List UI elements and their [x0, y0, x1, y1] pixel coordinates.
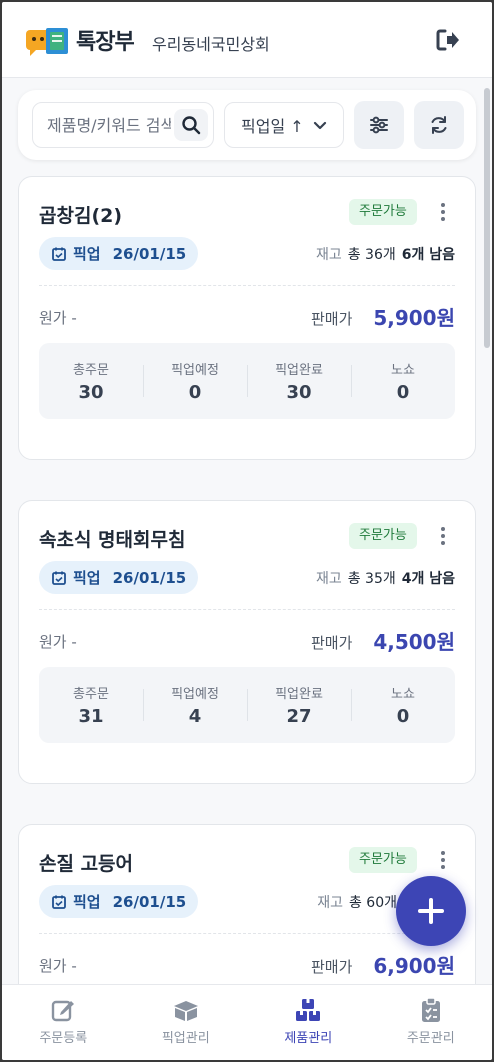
cost-label: 원가 [39, 633, 67, 651]
stock-remaining: 4개 남음 [401, 571, 455, 587]
app-frame: 톡장부 우리동네국민상회 픽업일 ↑ [2, 2, 492, 1060]
sort-label: 픽업일 ↑ [241, 117, 304, 136]
order-stats: 총주문 31 픽업예정 4 픽업완료 27 노쇼 0 [39, 667, 455, 743]
clipboard-icon [421, 997, 440, 1022]
cost-info: 원가 - [39, 307, 77, 328]
chevron-down-icon [313, 121, 327, 130]
logo-icon [24, 24, 72, 60]
status-badge: 주문가능 [349, 847, 417, 873]
nav-label: 제품관리 [284, 1031, 333, 1046]
pickup-label: 픽업 [73, 569, 101, 587]
boxes-icon [296, 999, 321, 1021]
product-card[interactable]: 속초식 명태회무침 주문가능 픽업 26/01/15 재고 총 35개 4개 남음 … [18, 500, 476, 784]
nav-item-order-manage[interactable]: 주문관리 [370, 985, 493, 1060]
divider [39, 933, 455, 934]
status-badge: 주문가능 [349, 199, 417, 225]
stat-pickup-done: 픽업완료 27 [247, 667, 351, 743]
cost-info: 원가 - [39, 955, 77, 976]
more-options-icon[interactable] [435, 199, 451, 225]
app-header: 톡장부 우리동네국민상회 [2, 2, 492, 78]
stat-pickup-scheduled: 픽업예정 0 [143, 343, 247, 419]
bottom-nav: 주문등록 픽업관리 제품관리 주문관리 [2, 984, 492, 1060]
stock-label: 재고 [315, 571, 342, 587]
box-icon [173, 1001, 198, 1021]
search-button[interactable] [174, 109, 208, 141]
sliders-icon [370, 116, 388, 134]
edit-icon [52, 1000, 75, 1022]
stat-no-show: 노쇼 0 [351, 343, 455, 419]
price-value: 6,900원 [373, 954, 455, 978]
stat-no-show: 노쇼 0 [351, 667, 455, 743]
pickup-badge: 픽업 26/01/15 [39, 561, 199, 594]
status-badge: 주문가능 [349, 523, 417, 549]
stat-total-orders: 총주문 31 [73, 687, 109, 727]
nav-label: 주문등록 [39, 1031, 88, 1046]
price-label: 판매가 [311, 634, 353, 652]
add-product-button[interactable] [396, 876, 466, 946]
stat-total-orders: 총주문 30 [73, 363, 109, 403]
stock-label: 재고 [317, 895, 343, 911]
cost-value: - [71, 957, 77, 975]
price-label: 판매가 [311, 310, 353, 328]
more-options-icon[interactable] [435, 523, 451, 549]
plus-icon [418, 898, 444, 924]
calendar-check-icon [52, 247, 66, 261]
cost-label: 원가 [39, 957, 67, 975]
stock-info: 재고 총 60개 [317, 892, 397, 912]
nav-item-order-register[interactable]: 주문등록 [2, 985, 125, 1060]
filter-bar: 픽업일 ↑ [18, 90, 476, 160]
search-box [32, 102, 214, 148]
pickup-label: 픽업 [73, 245, 101, 263]
product-name: 손질 고등어 [39, 853, 134, 875]
stock-total: 총 35개 [347, 571, 396, 587]
pickup-date: 26/01/15 [112, 568, 187, 587]
cost-label: 원가 [39, 309, 67, 327]
stock-total: 총 36개 [347, 247, 396, 263]
product-card[interactable]: 곱창김(2) 주문가능 픽업 26/01/15 재고 총 36개 6개 남음 원가 … [18, 176, 476, 460]
app-name: 톡장부 [76, 30, 135, 55]
pickup-date: 26/01/15 [112, 244, 187, 263]
nav-label: 주문관리 [406, 1031, 455, 1046]
stat-pickup-done: 픽업완료 30 [247, 343, 351, 419]
price-label: 판매가 [311, 958, 353, 976]
stock-total: 총 60개 [348, 895, 397, 911]
refresh-icon [431, 116, 447, 134]
pickup-label: 픽업 [73, 893, 101, 911]
pickup-badge: 픽업 26/01/15 [39, 885, 199, 918]
search-icon [182, 116, 201, 135]
stat-pickup-scheduled: 픽업예정 4 [143, 667, 247, 743]
nav-item-product-manage[interactable]: 제품관리 [247, 985, 370, 1060]
nav-item-pickup-manage[interactable]: 픽업관리 [125, 985, 248, 1060]
stock-remaining: 6개 남음 [401, 247, 455, 263]
sort-select[interactable]: 픽업일 ↑ [224, 102, 344, 148]
divider [39, 609, 455, 610]
cost-value: - [71, 633, 77, 651]
logout-icon[interactable] [434, 26, 462, 54]
refresh-button[interactable] [414, 101, 464, 149]
stock-label: 재고 [315, 247, 342, 263]
nav-label: 픽업관리 [161, 1031, 210, 1046]
calendar-check-icon [52, 895, 66, 909]
price-value: 5,900원 [373, 306, 455, 330]
cost-info: 원가 - [39, 631, 77, 652]
pickup-badge: 픽업 26/01/15 [39, 237, 199, 270]
stock-info: 재고 총 35개 4개 남음 [316, 568, 455, 588]
pickup-date: 26/01/15 [112, 892, 187, 911]
cost-value: - [71, 309, 77, 327]
product-name: 곱창김(2) [39, 205, 123, 227]
store-name: 우리동네국민상회 [152, 35, 270, 54]
more-options-icon[interactable] [435, 847, 451, 873]
divider [39, 285, 455, 286]
search-input[interactable] [47, 103, 171, 147]
stock-info: 재고 총 36개 6개 남음 [316, 244, 455, 264]
filter-settings-button[interactable] [354, 101, 404, 149]
product-name: 속초식 명태회무침 [39, 529, 186, 551]
order-stats: 총주문 30 픽업예정 0 픽업완료 30 노쇼 0 [39, 343, 455, 419]
scrollbar[interactable] [484, 88, 490, 348]
price-value: 4,500원 [373, 630, 455, 654]
calendar-check-icon [52, 571, 66, 585]
